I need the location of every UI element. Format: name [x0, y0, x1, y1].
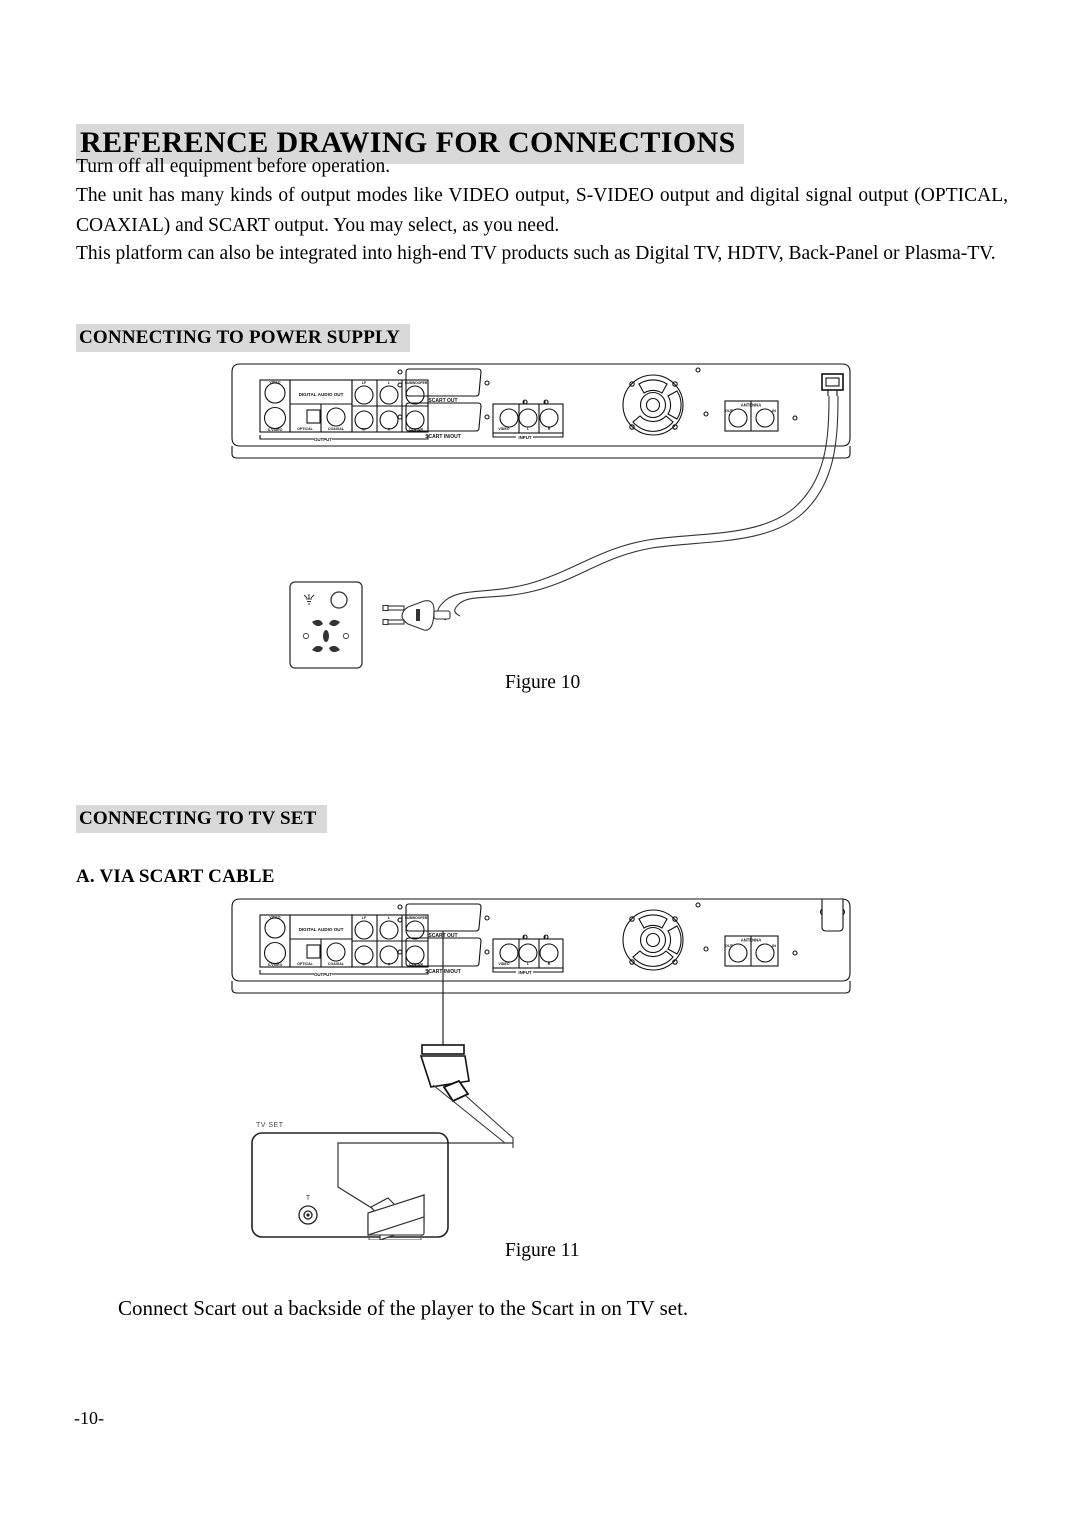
svg-text:TV SET: TV SET — [256, 1122, 284, 1129]
page-number: -10- — [74, 1408, 104, 1428]
svg-text:L: L — [388, 916, 391, 920]
svg-text:RF: RF — [362, 428, 368, 432]
svg-text:VIDEO: VIDEO — [269, 381, 280, 385]
svg-text:DIGITAL AUDIO OUT: DIGITAL AUDIO OUT — [299, 392, 344, 397]
svg-text:IN: IN — [772, 944, 776, 948]
figure-10-caption: Figure 10 — [505, 672, 581, 693]
figure-11-drawing: VIDEO S-VIDEO DIGITAL AUDIO OUT OPTICAL … — [231, 898, 851, 1240]
svg-text:DIGITAL AUDIO OUT: DIGITAL AUDIO OUT — [299, 927, 344, 932]
svg-text:OPTICAL: OPTICAL — [297, 962, 314, 966]
svg-text:T: T — [306, 1195, 311, 1202]
section-heading-tv-set: CONNECTING TO TV SET — [76, 804, 327, 833]
figure-11-caption: Figure 11 — [505, 1240, 580, 1261]
svg-text:RF: RF — [362, 963, 368, 967]
svg-text:L: L — [388, 381, 391, 385]
intro-line-1: Turn off all equipment before operation. — [76, 156, 391, 177]
document-page: REFERENCE DRAWING FOR CONNECTIONS Turn o… — [0, 0, 1080, 1528]
svg-text:L: L — [527, 427, 530, 431]
svg-text:L: L — [527, 962, 530, 966]
svg-text:S-VIDEO: S-VIDEO — [268, 963, 283, 967]
svg-text:SUBWOOFER: SUBWOOFER — [405, 916, 428, 920]
svg-text:S-VIDEO: S-VIDEO — [268, 428, 283, 432]
svg-text:OUTPUT: OUTPUT — [314, 437, 332, 442]
svg-text:INPUT: INPUT — [518, 435, 531, 440]
svg-text:OUTPUT: OUTPUT — [314, 972, 332, 977]
figure-10-drawing: VIDEO S-VIDEO DIGITAL AUDIO OUT OPTICAL … — [231, 363, 851, 669]
svg-text:COAXIAL: COAXIAL — [328, 962, 345, 966]
svg-text:R: R — [548, 427, 551, 431]
svg-text:R: R — [548, 962, 551, 966]
figure-10-power-connection: VIDEO S-VIDEO DIGITAL AUDIO OUT OPTICAL … — [228, 360, 868, 670]
intro-line-3: This platform can also be integrated int… — [76, 243, 996, 264]
svg-text:ANTENNA: ANTENNA — [741, 403, 761, 408]
svg-text:LF: LF — [362, 916, 367, 920]
svg-text:ANTENNA: ANTENNA — [741, 938, 761, 943]
svg-text:INPUT: INPUT — [518, 970, 531, 975]
svg-text:VIDEO: VIDEO — [498, 962, 509, 966]
svg-text:VIDEO: VIDEO — [498, 427, 509, 431]
figure-11-scart-connection: VIDEO S-VIDEO DIGITAL AUDIO OUT OPTICAL … — [228, 895, 868, 1240]
svg-text:R: R — [388, 963, 391, 967]
svg-text:IN: IN — [772, 409, 776, 413]
svg-text:OUT: OUT — [725, 944, 734, 948]
svg-text:OUT: OUT — [725, 409, 734, 413]
scart-instruction-text: Connect Scart out a backside of the play… — [118, 1296, 689, 1320]
svg-text:LF: LF — [362, 381, 367, 385]
subsection-heading-scart-cable: A. VIA SCART CABLE — [76, 866, 275, 887]
svg-text:OPTICAL: OPTICAL — [297, 427, 314, 431]
svg-text:R: R — [388, 428, 391, 432]
svg-text:VIDEO: VIDEO — [269, 916, 280, 920]
svg-text:SCART IN/OUT: SCART IN/OUT — [425, 434, 461, 440]
svg-text:COAXIAL: COAXIAL — [328, 427, 345, 431]
section-heading-power-supply: CONNECTING TO POWER SUPPLY — [76, 323, 411, 352]
intro-line-2: The unit has many kinds of output modes … — [76, 185, 1008, 236]
svg-text:SUBWOOFER: SUBWOOFER — [405, 381, 428, 385]
